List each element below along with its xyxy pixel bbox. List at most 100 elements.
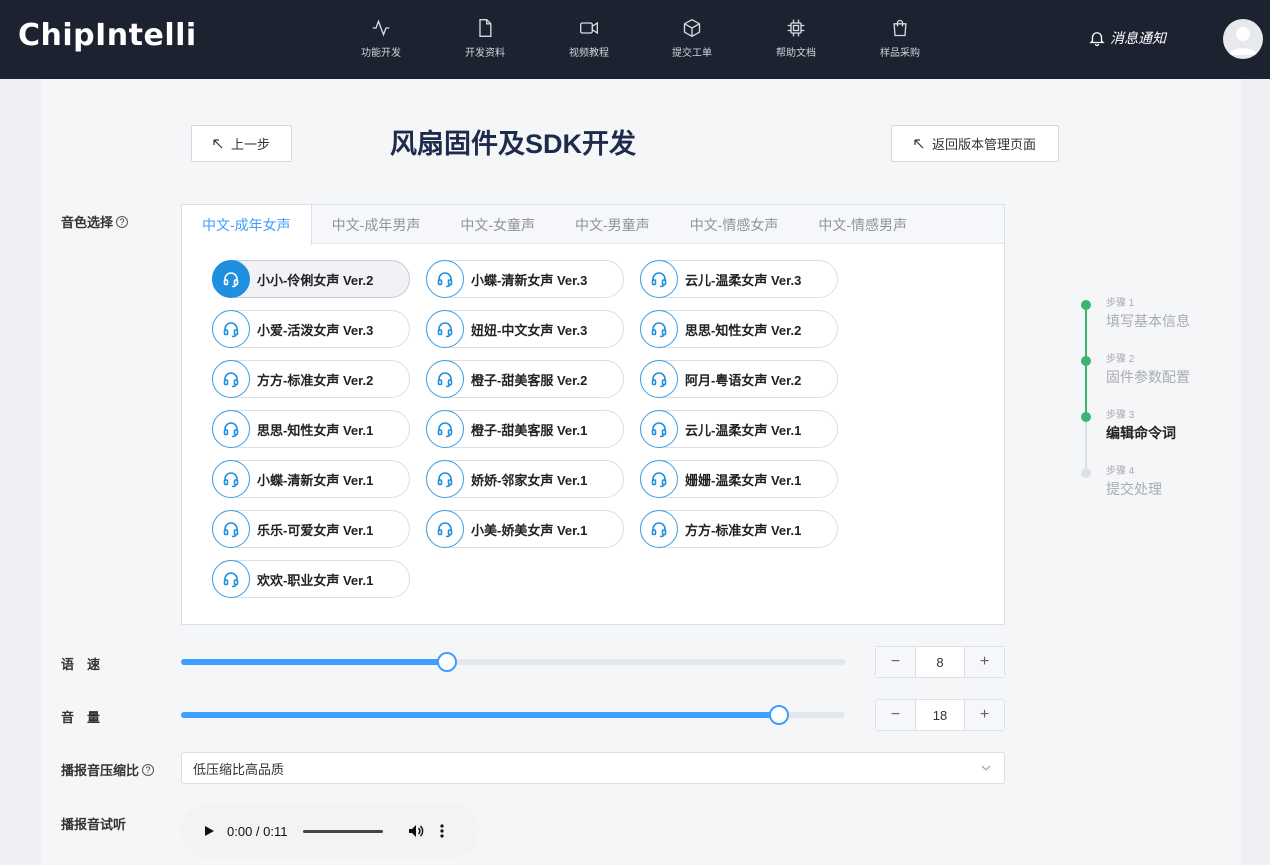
volume-slider[interactable] <box>181 705 845 725</box>
volume-icon[interactable] <box>407 822 425 840</box>
audio-progress-bar[interactable] <box>303 829 384 833</box>
notification-label: 消息通知 <box>1110 30 1166 46</box>
nav-item-video-tutorials[interactable]: 视频教程 <box>549 18 629 59</box>
voice-option-label: 妞妞-中文女声 Ver.3 <box>471 322 588 338</box>
voice-option[interactable]: 小爱-活泼女声 Ver.3 <box>212 310 410 348</box>
voice-option[interactable]: 小蝶-清新女声 Ver.1 <box>212 460 410 498</box>
nav-item-sample-purchase[interactable]: 样品采购 <box>860 18 940 59</box>
voice-option[interactable]: 娇娇-邻家女声 Ver.1 <box>426 460 624 498</box>
voice-option[interactable]: 欢欢-职业女声 Ver.1 <box>212 560 410 598</box>
voice-option[interactable]: 方方-标准女声 Ver.2 <box>212 360 410 398</box>
shopping-bag-icon <box>893 19 907 37</box>
voice-option-label: 橙子-甜美客服 Ver.1 <box>471 422 588 438</box>
volume-slider-thumb[interactable] <box>769 705 789 725</box>
user-icon <box>1229 27 1257 55</box>
headset-icon <box>212 510 250 548</box>
voice-option[interactable]: 云儿-温柔女声 Ver.3 <box>640 260 838 298</box>
preview-label: 播报音试听 <box>61 817 127 832</box>
speed-label: 语 速 <box>61 657 101 672</box>
headset-icon <box>212 560 250 598</box>
voice-option[interactable]: 阿月-粤语女声 Ver.2 <box>640 360 838 398</box>
step-3-number: 步骤 3 <box>1106 410 1135 421</box>
compression-select[interactable]: 低压缩比高品质 <box>181 752 1005 784</box>
speed-stepper: − 8 + <box>875 646 1005 678</box>
voice-label-text: 音色选择 <box>61 215 114 230</box>
voice-option-label: 小蝶-清新女声 Ver.1 <box>257 472 374 488</box>
more-vertical-icon[interactable] <box>439 823 445 839</box>
headset-icon <box>212 460 250 498</box>
voice-option-label: 欢欢-职业女声 Ver.1 <box>257 572 374 588</box>
step-1-dot <box>1081 300 1091 310</box>
step-2-name: 固件参数配置 <box>1106 369 1190 385</box>
speed-value[interactable]: 8 <box>916 647 964 677</box>
bell-icon <box>1089 32 1105 47</box>
back-button[interactable]: 上一步 <box>191 125 292 162</box>
volume-stepper: − 18 + <box>875 699 1005 731</box>
headset-icon <box>640 460 678 498</box>
activity-icon <box>372 19 390 37</box>
headset-icon <box>640 410 678 448</box>
voice-option-label: 小爱-活泼女声 Ver.3 <box>257 322 374 338</box>
brand-logo[interactable]: ChipIntelli <box>18 18 197 53</box>
help-icon[interactable]: ? <box>116 215 129 228</box>
tab-girl[interactable]: 中文-女童声 <box>440 205 555 244</box>
voice-option[interactable]: 小蝶-清新女声 Ver.3 <box>426 260 624 298</box>
notification-link[interactable]: 消息通知 <box>1088 28 1166 48</box>
nav-label: 提交工单 <box>672 48 712 59</box>
nav-label: 样品采购 <box>880 48 920 59</box>
nav-item-help-docs[interactable]: 帮助文档 <box>756 18 836 59</box>
tab-adult-female[interactable]: 中文-成年女声 <box>182 205 312 245</box>
voice-option[interactable]: 乐乐-可爱女声 Ver.1 <box>212 510 410 548</box>
step-4-dot <box>1081 468 1091 478</box>
voice-option[interactable]: 思思-知性女声 Ver.1 <box>212 410 410 448</box>
volume-increment-button[interactable]: + <box>964 700 1004 730</box>
voice-option[interactable]: 思思-知性女声 Ver.2 <box>640 310 838 348</box>
voice-option-label: 橙子-甜美客服 Ver.2 <box>471 372 588 388</box>
speed-slider[interactable] <box>181 652 845 672</box>
return-version-button[interactable]: 返回版本管理页面 <box>891 125 1059 162</box>
step-2-number: 步骤 2 <box>1106 354 1135 365</box>
play-icon[interactable] <box>202 824 216 838</box>
nav-label: 功能开发 <box>361 48 401 59</box>
nav-item-feature-dev[interactable]: 功能开发 <box>341 18 421 59</box>
audio-time: 0:00 / 0:11 <box>227 823 288 839</box>
voice-option-label: 思思-知性女声 Ver.2 <box>685 322 802 338</box>
volume-slider-fill <box>181 712 779 718</box>
voice-option[interactable]: 云儿-温柔女声 Ver.1 <box>640 410 838 448</box>
headset-icon <box>640 360 678 398</box>
headset-icon <box>426 460 464 498</box>
tab-boy[interactable]: 中文-男童声 <box>555 205 670 244</box>
voice-option-label: 方方-标准女声 Ver.2 <box>257 372 374 388</box>
voice-option[interactable]: 方方-标准女声 Ver.1 <box>640 510 838 548</box>
tab-emotional-female[interactable]: 中文-情感女声 <box>670 205 799 244</box>
user-avatar[interactable] <box>1223 19 1263 59</box>
box-icon <box>683 18 701 38</box>
voice-option-label: 小蝶-清新女声 Ver.3 <box>471 272 588 288</box>
speed-increment-button[interactable]: + <box>964 647 1004 677</box>
tab-adult-male[interactable]: 中文-成年男声 <box>312 205 441 244</box>
volume-decrement-button[interactable]: − <box>876 700 916 730</box>
volume-value[interactable]: 18 <box>916 700 964 730</box>
voice-option-grid: 小小-伶俐女声 Ver.2 小蝶-清新女声 Ver.3 云儿-温柔女声 Ver.3 小… <box>212 260 838 598</box>
step-3-name: 编辑命令词 <box>1106 425 1176 441</box>
voice-option[interactable]: 小小-伶俐女声 Ver.2 <box>212 260 410 298</box>
headset-icon <box>640 260 678 298</box>
voice-option[interactable]: 橙子-甜美客服 Ver.2 <box>426 360 624 398</box>
voice-option[interactable]: 妞妞-中文女声 Ver.3 <box>426 310 624 348</box>
headset-icon <box>212 410 250 448</box>
headset-icon <box>212 360 250 398</box>
chip-icon <box>787 19 805 37</box>
nav-item-dev-materials[interactable]: 开发资料 <box>445 18 525 59</box>
speed-slider-thumb[interactable] <box>437 652 457 672</box>
tab-emotional-male[interactable]: 中文-情感男声 <box>798 205 927 244</box>
voice-option[interactable]: 橙子-甜美客服 Ver.1 <box>426 410 624 448</box>
step-1-number: 步骤 1 <box>1106 298 1135 309</box>
nav-label: 帮助文档 <box>776 48 816 59</box>
voice-option[interactable]: 小美-娇美女声 Ver.1 <box>426 510 624 548</box>
video-icon <box>580 21 598 35</box>
speed-decrement-button[interactable]: − <box>876 647 916 677</box>
speed-slider-fill <box>181 659 447 665</box>
help-icon[interactable]: ? <box>142 763 155 776</box>
voice-option[interactable]: 姗姗-温柔女声 Ver.1 <box>640 460 838 498</box>
nav-item-submit-ticket[interactable]: 提交工单 <box>652 18 732 59</box>
